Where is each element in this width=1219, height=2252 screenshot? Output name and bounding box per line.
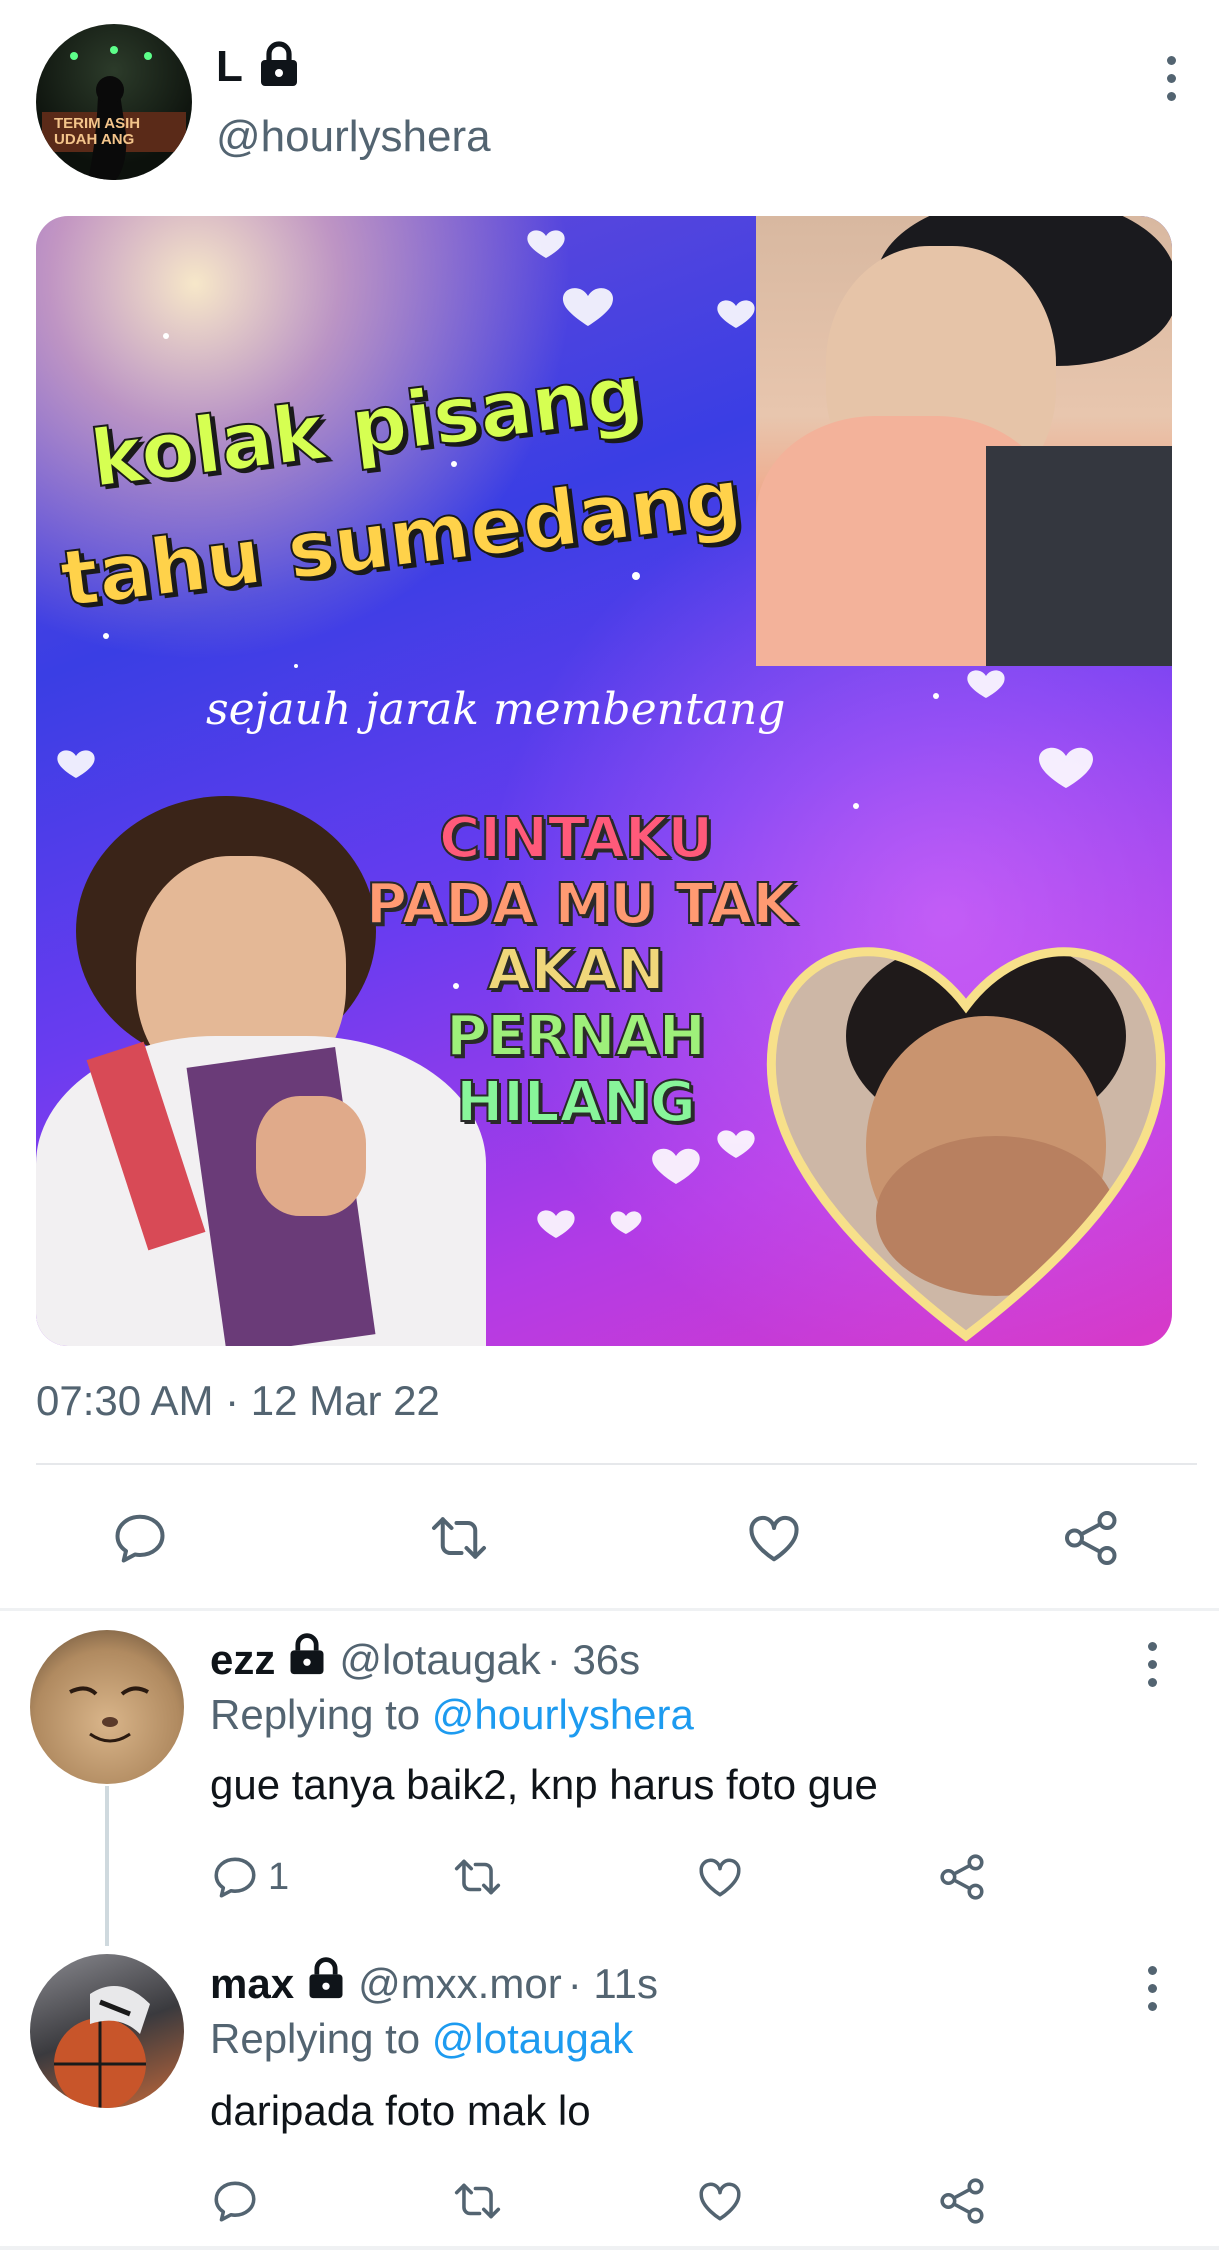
replying-to-label: Replying to xyxy=(210,1691,421,1738)
share-button[interactable] xyxy=(1062,1508,1122,1568)
image-poem: CINTAKU PADA MU TAK AKAN PERNAH HILANG xyxy=(365,805,797,1136)
reply-2-time: · 11s xyxy=(567,1959,658,2007)
replying-to-label: Replying to xyxy=(210,2015,421,2062)
image-script-line: sejauh jarak membentang xyxy=(206,684,786,735)
reply-1-reply-button[interactable]: 1 xyxy=(210,1852,289,1902)
divider xyxy=(36,1463,1197,1465)
reply-1-handle[interactable]: @lotaugak xyxy=(339,1635,540,1685)
reply-1-more-icon[interactable] xyxy=(1146,1642,1158,1687)
lock-icon xyxy=(255,40,303,93)
photo-heart-frame xyxy=(766,947,1166,1342)
image-poem-line-3: AKAN xyxy=(487,937,666,1004)
more-options-icon[interactable] xyxy=(1165,56,1177,101)
reply-2-header: max @mxx.mor · 11s xyxy=(210,1956,658,2011)
reply-2-more-icon[interactable] xyxy=(1146,1966,1158,2011)
reply-1-share-button[interactable] xyxy=(938,1852,988,1902)
image-poem-line-5: HILANG xyxy=(455,1069,697,1136)
reply-1-replying: Replying to @hourlyshera xyxy=(210,1690,694,1740)
reply-2-reply-button[interactable] xyxy=(210,2176,260,2226)
avatar-text-2: UDAH ANG xyxy=(54,131,135,148)
reply-2-replying: Replying to @lotaugak xyxy=(210,2014,633,2064)
basketball-avatar-image xyxy=(54,1986,150,2108)
avatar-image xyxy=(42,46,186,180)
reply-icon xyxy=(214,2181,256,2222)
reply-button[interactable] xyxy=(110,1508,170,1568)
reply-1-retweet-button[interactable] xyxy=(450,1852,505,1902)
reply-2-retweet-button[interactable] xyxy=(450,2176,505,2226)
like-icon xyxy=(699,2182,741,2221)
retweet-icon xyxy=(454,2183,501,2219)
tweet-image[interactable]: kolak pisang tahu sumedang sejauh jarak … xyxy=(36,216,1172,1346)
reply-1-text: gue tanya baik2, knp harus foto gue xyxy=(210,1761,878,1808)
retweet-icon xyxy=(432,1517,486,1559)
cat-avatar-image xyxy=(69,1686,149,1743)
image-poem-line-2: PADA MU TAK xyxy=(365,871,797,938)
lock-icon xyxy=(285,1632,329,1687)
reply-2-name[interactable]: max xyxy=(210,1959,294,2009)
reply-2-share-button[interactable] xyxy=(938,2176,988,2226)
photo-top-right xyxy=(756,216,1172,666)
share-icon xyxy=(1065,1511,1117,1565)
section-divider xyxy=(0,1608,1219,1611)
like-button[interactable] xyxy=(744,1508,804,1568)
reply-2-text: daripada foto mak lo xyxy=(210,2087,591,2134)
reply-1-name[interactable]: ezz xyxy=(210,1635,275,1685)
bottom-divider xyxy=(0,2246,1219,2250)
replying-to-link[interactable]: @lotaugak xyxy=(432,2015,633,2062)
retweet-icon xyxy=(454,1859,501,1895)
share-icon xyxy=(940,2178,984,2224)
replying-to-link[interactable]: @hourlyshera xyxy=(432,1691,694,1738)
image-poem-line-1: CINTAKU xyxy=(438,805,714,872)
reply-icon xyxy=(115,1514,165,1563)
like-icon xyxy=(699,1858,741,1897)
reply-2-avatar[interactable] xyxy=(30,1954,184,2108)
author-display-name: L xyxy=(216,41,243,91)
reply-1-time: · 36s xyxy=(546,1635,641,1683)
like-icon xyxy=(749,1515,799,1562)
share-icon xyxy=(940,1854,984,1900)
avatar-text-1: TERIM ASIH xyxy=(54,115,141,132)
author-name-row[interactable]: L xyxy=(216,40,303,93)
reply-2-like-button[interactable] xyxy=(695,2176,745,2226)
author-avatar[interactable]: TERIM ASIH UDAH ANG xyxy=(36,24,192,180)
reply-1-header: ezz @lotaugak · 36s xyxy=(210,1632,640,1687)
retweet-button[interactable] xyxy=(426,1508,492,1568)
reply-1-like-button[interactable] xyxy=(695,1852,745,1902)
reply-2-handle[interactable]: @mxx.mor xyxy=(358,1959,562,2009)
reply-1-avatar[interactable] xyxy=(30,1630,184,1784)
author-handle[interactable]: @hourlyshera xyxy=(216,112,491,162)
lock-icon xyxy=(304,1956,348,2011)
reply-count: 1 xyxy=(268,1855,290,1898)
tweet-timestamp[interactable]: 07:30 AM · 12 Mar 22 xyxy=(36,1376,440,1426)
image-poem-line-4: PERNAH xyxy=(445,1003,707,1070)
reply-thread-line xyxy=(105,1786,109,1946)
reply-icon xyxy=(214,1857,256,1898)
